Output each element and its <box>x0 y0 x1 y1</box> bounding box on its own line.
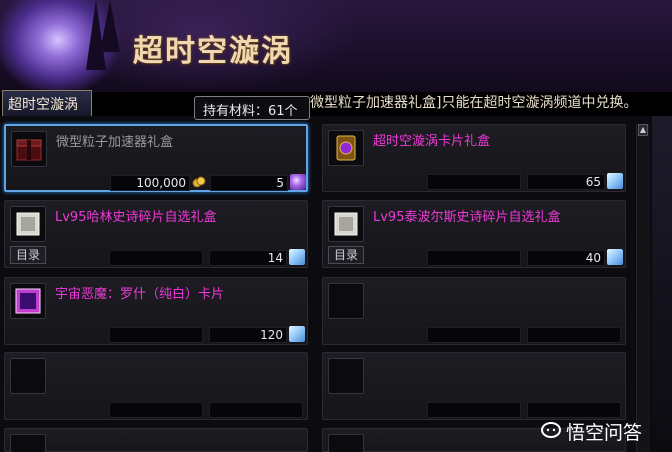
item-materials: 120 <box>209 327 287 343</box>
shop-item-card[interactable]: 宇宙恶魔：罗什（纯白）卡片 120 <box>4 277 308 345</box>
empty-item-card <box>4 428 308 452</box>
feather-material-icon <box>607 249 623 265</box>
feather-material-icon <box>289 326 305 342</box>
shop-item-card[interactable]: Lv95哈林史诗碎片自选礼盒 目录 14 <box>4 200 308 268</box>
fragment-box-icon <box>328 206 364 242</box>
empty-cost-slot <box>109 402 203 418</box>
empty-item-card <box>322 277 626 345</box>
empty-slot <box>10 434 46 452</box>
empty-slot <box>328 358 364 394</box>
item-box-icon <box>11 131 47 167</box>
item-cost <box>109 250 203 266</box>
scroll-up-icon[interactable]: ▲ <box>638 124 648 136</box>
item-materials: 65 <box>527 174 605 190</box>
tab-vortex[interactable]: 超时空漩涡 <box>2 90 92 116</box>
empty-item-card <box>4 352 308 420</box>
catalog-button[interactable]: 目录 <box>10 246 46 264</box>
item-name: 宇宙恶魔：罗什（纯白）卡片 <box>55 287 225 302</box>
shop-item-card[interactable]: 超时空漩涡卡片礼盒 65 <box>322 124 626 192</box>
item-name: Lv95哈林史诗碎片自选礼盒 <box>55 210 217 225</box>
empty-materials-slot <box>527 402 621 418</box>
empty-slot <box>10 358 46 394</box>
header-banner: 超时空漩涡 <box>0 0 672 92</box>
feather-material-icon <box>289 249 305 265</box>
gold-coin-icon <box>192 176 206 188</box>
item-materials: 40 <box>527 250 605 266</box>
watermark-text: 悟空问答 <box>566 421 643 444</box>
item-name: 超时空漩涡卡片礼盒 <box>373 134 491 149</box>
item-materials: 14 <box>209 250 287 266</box>
feather-material-icon <box>607 173 623 189</box>
speech-bubble-icon <box>541 422 561 438</box>
empty-item-card <box>322 352 626 420</box>
monster-card-icon <box>10 283 46 319</box>
shop-item-card[interactable]: Lv95泰波尔斯史诗碎片自选礼盒 目录 40 <box>322 200 626 268</box>
item-cost: 100,000 <box>110 175 190 191</box>
empty-slot <box>328 283 364 319</box>
watermark: 悟空问答 <box>540 418 664 444</box>
exchange-notice: 微型粒子加速器礼盒]只能在超时空漩涡频道中兑换。 <box>310 95 638 111</box>
materials-tooltip: 持有材料：61个 <box>194 96 310 120</box>
card-box-icon <box>328 130 364 166</box>
item-name: Lv95泰波尔斯史诗碎片自选礼盒 <box>373 210 561 225</box>
fragment-box-icon <box>10 206 46 242</box>
empty-cost-slot <box>427 402 521 418</box>
scrollbar-track[interactable] <box>636 124 650 452</box>
empty-cost-slot <box>427 327 521 343</box>
catalog-button[interactable]: 目录 <box>328 246 364 264</box>
empty-materials-slot <box>209 402 303 418</box>
shop-item-card[interactable]: 微型粒子加速器礼盒 100,000 5 <box>4 124 308 192</box>
decor-spire <box>100 0 120 52</box>
item-cost <box>427 250 521 266</box>
item-cost <box>427 174 521 190</box>
item-name: 微型粒子加速器礼盒 <box>56 135 174 150</box>
empty-materials-slot <box>527 327 621 343</box>
item-materials: 5 <box>210 175 288 191</box>
item-cost <box>109 327 203 343</box>
empty-slot <box>328 434 364 452</box>
page-title: 超时空漩涡 <box>133 34 293 69</box>
purple-material-icon <box>290 174 306 190</box>
frame-border <box>652 116 672 452</box>
